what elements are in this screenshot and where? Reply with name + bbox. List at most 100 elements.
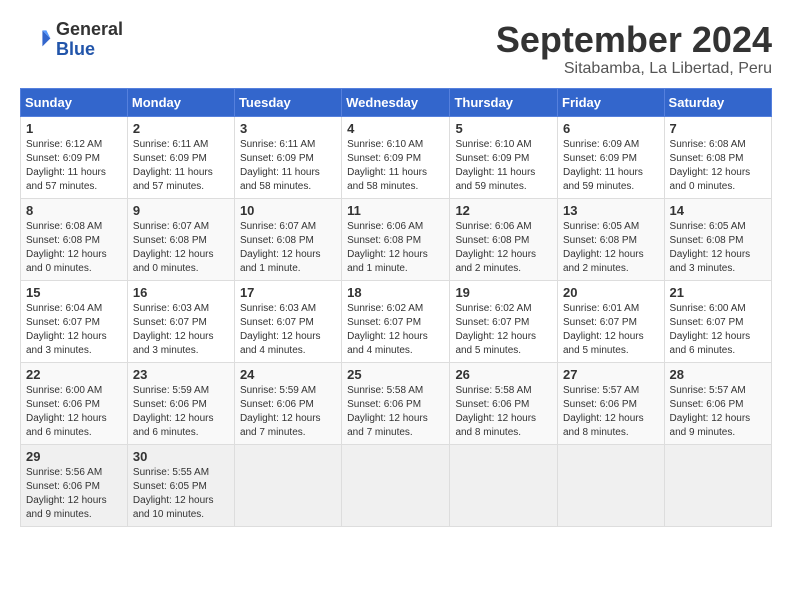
day-info: Sunrise: 5:56 AM Sunset: 6:06 PM Dayligh… bbox=[26, 466, 122, 522]
calendar-day-header: Sunday bbox=[21, 88, 128, 116]
calendar-day-cell: 13Sunrise: 6:05 AM Sunset: 6:08 PM Dayli… bbox=[558, 198, 665, 280]
day-number: 11 bbox=[347, 203, 444, 218]
day-number: 14 bbox=[670, 203, 766, 218]
calendar-day-cell: 7 Sunrise: 6:08 AM Sunset: 6:08 PM Daylig… bbox=[664, 116, 771, 198]
calendar-day-cell: 21Sunrise: 6:00 AM Sunset: 6:07 PM Dayli… bbox=[664, 280, 771, 362]
day-info: Sunrise: 6:09 AM Sunset: 6:09 PM Dayligh… bbox=[563, 138, 659, 194]
calendar-day-cell: 27 Sunrise: 5:57 AM Sunset: 6:06 PM Dayli… bbox=[558, 362, 665, 444]
day-info: Sunrise: 5:59 AM Sunset: 6:06 PM Dayligh… bbox=[133, 384, 229, 440]
day-info: Sunrise: 6:02 AM Sunset: 6:07 PM Dayligh… bbox=[347, 302, 444, 358]
calendar-day-cell: 26Sunrise: 5:58 AM Sunset: 6:06 PM Dayli… bbox=[450, 362, 558, 444]
day-number: 16 bbox=[133, 285, 229, 300]
day-info: Sunrise: 6:03 AM Sunset: 6:07 PM Dayligh… bbox=[240, 302, 336, 358]
calendar-day-header: Wednesday bbox=[342, 88, 450, 116]
day-number: 4 bbox=[347, 121, 444, 136]
day-info: Sunrise: 6:06 AM Sunset: 6:08 PM Dayligh… bbox=[347, 220, 444, 276]
day-info: Sunrise: 6:05 AM Sunset: 6:08 PM Dayligh… bbox=[670, 220, 766, 276]
calendar-day-cell bbox=[664, 444, 771, 526]
calendar-day-cell: 28 Sunrise: 5:57 AM Sunset: 6:06 PM Dayli… bbox=[664, 362, 771, 444]
logo-text: General Blue bbox=[56, 20, 123, 60]
calendar-day-cell bbox=[234, 444, 341, 526]
day-info: Sunrise: 6:08 AM Sunset: 6:08 PM Dayligh… bbox=[670, 138, 766, 194]
calendar-day-cell: 16 Sunrise: 6:03 AM Sunset: 6:07 PM Dayli… bbox=[127, 280, 234, 362]
day-number: 10 bbox=[240, 203, 336, 218]
calendar-day-cell: 5 Sunrise: 6:10 AM Sunset: 6:09 PM Daylig… bbox=[450, 116, 558, 198]
day-number: 6 bbox=[563, 121, 659, 136]
calendar-day-cell: 2Sunrise: 6:11 AM Sunset: 6:09 PM Daylig… bbox=[127, 116, 234, 198]
calendar-week-row: 15 Sunrise: 6:04 AM Sunset: 6:07 PM Dayli… bbox=[21, 280, 772, 362]
day-info: Sunrise: 6:04 AM Sunset: 6:07 PM Dayligh… bbox=[26, 302, 122, 358]
day-number: 19 bbox=[455, 285, 552, 300]
day-number: 25 bbox=[347, 367, 444, 382]
calendar-day-cell: 4 Sunrise: 6:10 AM Sunset: 6:09 PM Daylig… bbox=[342, 116, 450, 198]
day-info: Sunrise: 6:12 AM Sunset: 6:09 PM Dayligh… bbox=[26, 138, 122, 194]
calendar-day-cell: 29 Sunrise: 5:56 AM Sunset: 6:06 PM Dayli… bbox=[21, 444, 128, 526]
day-number: 1 bbox=[26, 121, 122, 136]
day-number: 15 bbox=[26, 285, 122, 300]
calendar-table: SundayMondayTuesdayWednesdayThursdayFrid… bbox=[20, 88, 772, 527]
calendar-week-row: 29 Sunrise: 5:56 AM Sunset: 6:06 PM Dayli… bbox=[21, 444, 772, 526]
day-number: 22 bbox=[26, 367, 122, 382]
logo: General Blue bbox=[20, 20, 123, 60]
day-info: Sunrise: 6:07 AM Sunset: 6:08 PM Dayligh… bbox=[133, 220, 229, 276]
day-number: 5 bbox=[455, 121, 552, 136]
calendar-week-row: 22 Sunrise: 6:00 AM Sunset: 6:06 PM Dayli… bbox=[21, 362, 772, 444]
calendar-day-cell: 17 Sunrise: 6:03 AM Sunset: 6:07 PM Dayli… bbox=[234, 280, 341, 362]
logo-icon bbox=[20, 24, 52, 56]
calendar-day-cell: 24 Sunrise: 5:59 AM Sunset: 6:06 PM Dayli… bbox=[234, 362, 341, 444]
calendar-day-cell: 23Sunrise: 5:59 AM Sunset: 6:06 PM Dayli… bbox=[127, 362, 234, 444]
day-number: 29 bbox=[26, 449, 122, 464]
calendar-day-cell: 11 Sunrise: 6:06 AM Sunset: 6:08 PM Dayli… bbox=[342, 198, 450, 280]
day-number: 2 bbox=[133, 121, 229, 136]
calendar-day-cell: 20Sunrise: 6:01 AM Sunset: 6:07 PM Dayli… bbox=[558, 280, 665, 362]
day-info: Sunrise: 6:10 AM Sunset: 6:09 PM Dayligh… bbox=[347, 138, 444, 194]
day-info: Sunrise: 5:58 AM Sunset: 6:06 PM Dayligh… bbox=[347, 384, 444, 440]
day-info: Sunrise: 6:08 AM Sunset: 6:08 PM Dayligh… bbox=[26, 220, 122, 276]
day-info: Sunrise: 6:00 AM Sunset: 6:06 PM Dayligh… bbox=[26, 384, 122, 440]
calendar-day-cell bbox=[450, 444, 558, 526]
calendar-day-header: Friday bbox=[558, 88, 665, 116]
day-number: 24 bbox=[240, 367, 336, 382]
logo-blue: Blue bbox=[56, 40, 123, 60]
day-number: 28 bbox=[670, 367, 766, 382]
calendar-day-cell: 10 Sunrise: 6:07 AM Sunset: 6:08 PM Dayli… bbox=[234, 198, 341, 280]
calendar-day-cell bbox=[558, 444, 665, 526]
logo-general: General bbox=[56, 20, 123, 40]
day-number: 18 bbox=[347, 285, 444, 300]
day-info: Sunrise: 6:02 AM Sunset: 6:07 PM Dayligh… bbox=[455, 302, 552, 358]
day-info: Sunrise: 6:10 AM Sunset: 6:09 PM Dayligh… bbox=[455, 138, 552, 194]
location: Sitabamba, La Libertad, Peru bbox=[496, 60, 772, 78]
day-info: Sunrise: 6:11 AM Sunset: 6:09 PM Dayligh… bbox=[240, 138, 336, 194]
calendar-day-cell: 15 Sunrise: 6:04 AM Sunset: 6:07 PM Dayli… bbox=[21, 280, 128, 362]
day-info: Sunrise: 6:00 AM Sunset: 6:07 PM Dayligh… bbox=[670, 302, 766, 358]
day-info: Sunrise: 5:57 AM Sunset: 6:06 PM Dayligh… bbox=[563, 384, 659, 440]
day-number: 13 bbox=[563, 203, 659, 218]
calendar-day-cell: 19 Sunrise: 6:02 AM Sunset: 6:07 PM Dayli… bbox=[450, 280, 558, 362]
calendar-week-row: 8Sunrise: 6:08 AM Sunset: 6:08 PM Daylig… bbox=[21, 198, 772, 280]
day-number: 17 bbox=[240, 285, 336, 300]
day-info: Sunrise: 5:58 AM Sunset: 6:06 PM Dayligh… bbox=[455, 384, 552, 440]
day-number: 27 bbox=[563, 367, 659, 382]
calendar-week-row: 1 Sunrise: 6:12 AM Sunset: 6:09 PM Daylig… bbox=[21, 116, 772, 198]
day-number: 9 bbox=[133, 203, 229, 218]
day-number: 12 bbox=[455, 203, 552, 218]
calendar-day-cell: 8Sunrise: 6:08 AM Sunset: 6:08 PM Daylig… bbox=[21, 198, 128, 280]
calendar-day-cell: 6 Sunrise: 6:09 AM Sunset: 6:09 PM Daylig… bbox=[558, 116, 665, 198]
day-info: Sunrise: 6:07 AM Sunset: 6:08 PM Dayligh… bbox=[240, 220, 336, 276]
calendar-day-header: Monday bbox=[127, 88, 234, 116]
calendar-day-header: Thursday bbox=[450, 88, 558, 116]
day-info: Sunrise: 6:06 AM Sunset: 6:08 PM Dayligh… bbox=[455, 220, 552, 276]
calendar-day-cell: 14 Sunrise: 6:05 AM Sunset: 6:08 PM Dayli… bbox=[664, 198, 771, 280]
day-info: Sunrise: 5:57 AM Sunset: 6:06 PM Dayligh… bbox=[670, 384, 766, 440]
calendar-day-cell: 30Sunrise: 5:55 AM Sunset: 6:05 PM Dayli… bbox=[127, 444, 234, 526]
day-info: Sunrise: 6:03 AM Sunset: 6:07 PM Dayligh… bbox=[133, 302, 229, 358]
calendar-header-row: SundayMondayTuesdayWednesdayThursdayFrid… bbox=[21, 88, 772, 116]
calendar-day-cell: 18 Sunrise: 6:02 AM Sunset: 6:07 PM Dayli… bbox=[342, 280, 450, 362]
day-info: Sunrise: 6:01 AM Sunset: 6:07 PM Dayligh… bbox=[563, 302, 659, 358]
day-number: 7 bbox=[670, 121, 766, 136]
page-header: General Blue September 2024 Sitabamba, L… bbox=[20, 20, 772, 78]
calendar-day-cell: 22 Sunrise: 6:00 AM Sunset: 6:06 PM Dayli… bbox=[21, 362, 128, 444]
calendar-day-header: Saturday bbox=[664, 88, 771, 116]
calendar-day-cell: 25 Sunrise: 5:58 AM Sunset: 6:06 PM Dayli… bbox=[342, 362, 450, 444]
day-info: Sunrise: 5:59 AM Sunset: 6:06 PM Dayligh… bbox=[240, 384, 336, 440]
